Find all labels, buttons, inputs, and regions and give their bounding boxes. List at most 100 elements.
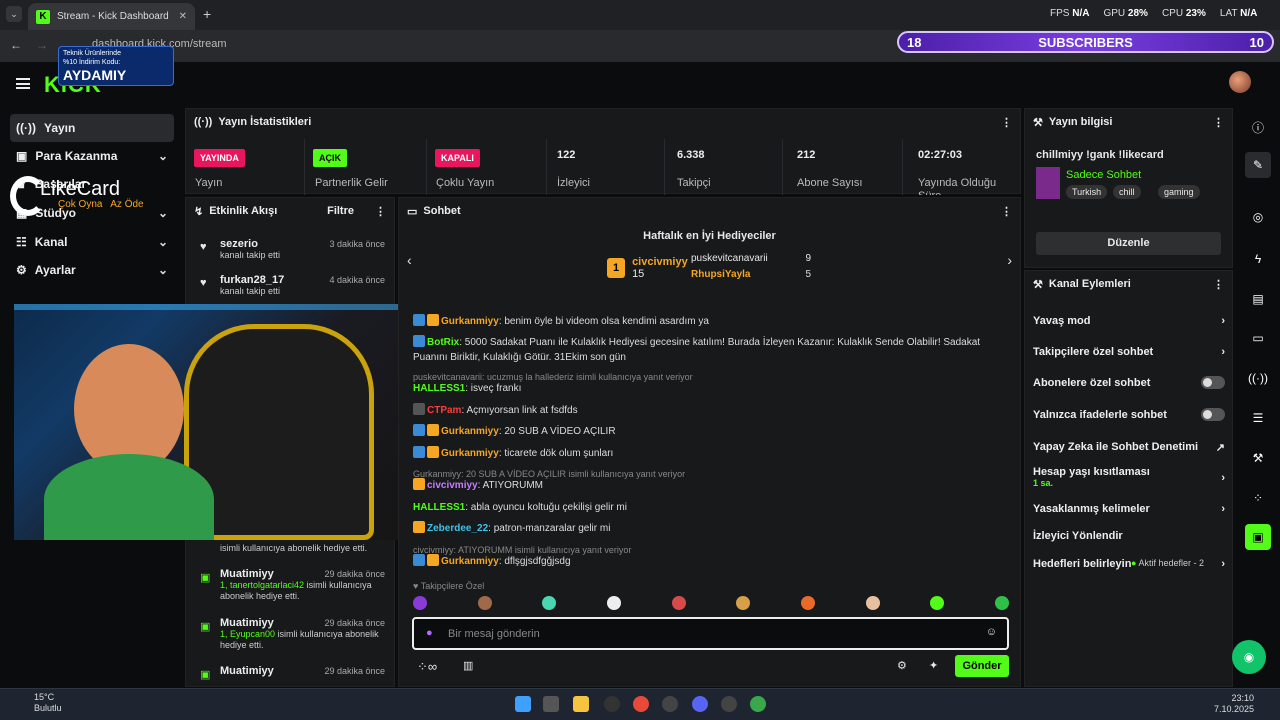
layout-icon[interactable]: ☰ <box>1245 405 1271 431</box>
followers-only-label: ♥ Takipçilere Özel <box>413 581 485 591</box>
taskview-icon[interactable] <box>543 696 559 712</box>
chat-message: HALLESS1: isveç frankı <box>413 383 522 394</box>
filter-button[interactable]: Filtre <box>327 205 354 217</box>
chevron-right-icon: › <box>1221 503 1225 515</box>
sidebar-item-yayin[interactable]: ((·)) Yayın <box>10 114 174 142</box>
action-ai-moderation[interactable]: Yapay Zeka ile Sohbet Denetimi ↗ <box>1033 441 1225 454</box>
action-slow-mode[interactable]: Yavaş mod › <box>1033 315 1225 327</box>
more-options-icon[interactable]: ⋮ <box>1213 116 1224 129</box>
stat-viewers: 122 İzleyici <box>546 139 664 195</box>
stream-title: chillmiyy !gank !likecard <box>1036 149 1164 161</box>
browser-tab[interactable]: K Stream - Kick Dashboard ✕ <box>28 3 195 30</box>
category-name[interactable]: Sadece Sohbet <box>1066 169 1141 181</box>
store-icon[interactable]: ▥ <box>463 659 473 672</box>
chevron-right-icon: › <box>1221 346 1225 358</box>
forward-icon[interactable]: → <box>36 38 48 52</box>
chat-message: Zeberdee_22: patron-manzaralar gelir mi <box>413 521 1003 536</box>
chat-input-placeholder: Bir mesaj gönderin <box>448 628 540 640</box>
chevron-right-icon[interactable]: › <box>1007 252 1012 268</box>
subscribers-label: SUBSCRIBERS <box>1038 34 1133 50</box>
top-navigation <box>0 62 1280 108</box>
tag: Turkish <box>1066 185 1108 199</box>
chat-message: Gurkanmiyy: benim öyle bi videom olsa ke… <box>413 314 1003 329</box>
chat-input[interactable]: ● Bir mesaj gönderin ☺ <box>412 617 1009 650</box>
gift-icon: ▣ <box>200 572 211 584</box>
explorer-icon[interactable] <box>573 696 589 712</box>
chevron-down-icon: ⌄ <box>157 263 168 277</box>
activity-item: ♥ furkan28_17 4 dakika önce kanalı takip et… <box>200 274 385 296</box>
subscribers-goal: 10 <box>1249 34 1264 50</box>
chat-message: Gurkanmiyy: dflşgjsdfgğjsdg <box>413 554 1003 569</box>
more-options-icon[interactable]: ⋮ <box>1001 205 1012 218</box>
promo-overlay: Teknik Ürünlerinde %10 İndirim Kodu: AYDA… <box>58 46 174 86</box>
stream-stats-panel: ((·)) Yayın İstatistikleri ⋮ YAYINDA Yayın… <box>185 108 1021 195</box>
action-subscribers-only[interactable]: Abonelere özel sohbet <box>1033 376 1225 389</box>
app-icon[interactable] <box>662 696 678 712</box>
menu-icon[interactable] <box>16 78 30 89</box>
crown-badge-icon: 1 <box>607 258 625 278</box>
activity-icon: ↯ <box>194 205 204 218</box>
edit-button[interactable]: Düzenle <box>1036 232 1221 255</box>
wrench-icon[interactable]: ⚒ <box>1245 445 1271 471</box>
pencil-icon[interactable]: ✎ <box>1245 152 1271 178</box>
tab-title: Stream - Kick Dashboard <box>57 11 169 22</box>
points-icon[interactable]: ⁘∞ <box>417 659 437 675</box>
chrome-icon[interactable] <box>633 696 649 712</box>
chat-icon[interactable]: ▭ <box>1245 325 1271 351</box>
clock[interactable]: 23:10 7.10.2025 <box>1214 693 1254 715</box>
activity-item: ▣ Muatimiyy 29 dakika önce 1, tanertolgatar… <box>200 568 385 601</box>
mod-icon[interactable]: ✦ <box>929 659 938 672</box>
obs-icon[interactable] <box>604 696 620 712</box>
stat-subscribers: 212 Abone Sayısı <box>782 139 902 195</box>
people-icon: ☷ <box>16 235 27 249</box>
sidebar-item-ayarlar[interactable]: ⚙ Ayarlar ⌄ <box>10 256 174 284</box>
tab-list-button[interactable]: ⌄ <box>6 6 22 22</box>
app-icon[interactable] <box>721 696 737 712</box>
weather-widget[interactable]: 15°C Bulutlu <box>14 692 62 714</box>
camera-icon[interactable]: ◎ <box>1245 204 1271 230</box>
action-host[interactable]: İzleyici Yönlendir <box>1033 530 1225 542</box>
action-emote-only[interactable]: Yalnızca ifadelerle sohbet <box>1033 408 1225 421</box>
extension-icon[interactable]: ▣ <box>1245 524 1271 550</box>
emoji-icon[interactable]: ☺ <box>986 626 997 638</box>
right-tool-rail: ⓘ ✎ ◎ ϟ ▤ ▭ ((·)) ☰ ⚒ ⁘ ▣ ◉ <box>1232 108 1280 688</box>
activity-item: ▣ Muatimiyy 29 dakika önce 1, Eyupcan00 isi… <box>200 617 385 650</box>
activity-item: ♥ sezerio 3 dakika önce kanalı takip etti <box>200 238 385 260</box>
more-options-icon[interactable]: ⋮ <box>1001 116 1012 129</box>
info-icon[interactable]: ⓘ <box>1245 114 1271 140</box>
discord-icon[interactable] <box>692 696 708 712</box>
sidebar-item-para-kazanma[interactable]: ▣ Para Kazanma ⌄ <box>10 142 174 170</box>
heart-icon: ♥ <box>200 277 207 289</box>
tag: chill <box>1113 185 1141 199</box>
money-icon: ▣ <box>16 149 28 163</box>
action-account-age[interactable]: Hesap yaşı kısıtlaması 1 sa. › <box>1033 466 1225 488</box>
broadcast-icon[interactable]: ((·)) <box>1245 365 1271 391</box>
points-icon[interactable]: ⁘ <box>1245 485 1271 511</box>
sidebar-item-kanal[interactable]: ☷ Kanal ⌄ <box>10 228 174 256</box>
notes-icon[interactable]: ▤ <box>1245 286 1271 312</box>
wrench-icon: ⚒ <box>1033 116 1043 129</box>
user-avatar[interactable] <box>1229 71 1251 93</box>
chevron-left-icon[interactable]: ‹ <box>407 252 412 268</box>
back-icon[interactable]: ← <box>10 38 22 52</box>
start-icon[interactable] <box>515 696 531 712</box>
activity-item: isimli kullanıcıya abonelik hediye etti. <box>220 543 368 553</box>
action-banned-words[interactable]: Yasaklanmış kelimeler › <box>1033 503 1225 515</box>
more-options-icon[interactable]: ⋮ <box>375 205 386 218</box>
chevron-right-icon: › <box>1221 315 1225 327</box>
support-icon[interactable]: ◉ <box>1232 640 1266 674</box>
settings-icon[interactable]: ⚙ <box>897 659 907 672</box>
more-options-icon[interactable]: ⋮ <box>1213 278 1224 291</box>
send-button[interactable]: Gönder <box>955 655 1009 677</box>
new-tab-button[interactable]: + <box>203 6 211 22</box>
chevron-down-icon: ⌄ <box>157 235 168 249</box>
close-tab-icon[interactable]: ✕ <box>179 11 187 22</box>
bolt-icon[interactable]: ϟ <box>1245 246 1271 272</box>
channel-actions-panel: ⚒ Kanal Eylemleri ⋮ Yavaş mod › Takipçilere… <box>1024 270 1233 687</box>
microphone-icon[interactable]: ● <box>426 627 433 639</box>
action-goals[interactable]: Hedefleri belirleyin ● Aktif hedefler - 2… <box>1033 558 1225 570</box>
chrome-icon[interactable] <box>750 696 766 712</box>
action-followers-only[interactable]: Takipçilere özel sohbet › <box>1033 346 1225 358</box>
overlay-performance-stats: FPS N/A GPU 28% CPU 23% LAT N/A <box>1050 8 1258 19</box>
emote-row <box>413 596 1009 612</box>
